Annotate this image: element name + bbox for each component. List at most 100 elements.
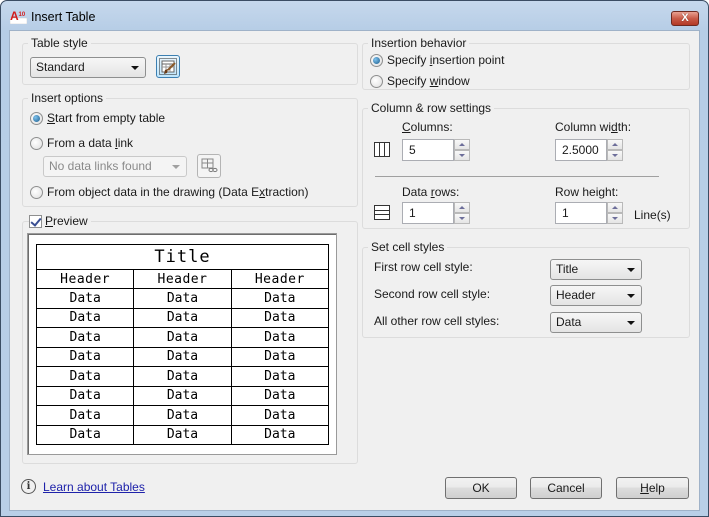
preview-data-cell: Data [133, 424, 232, 445]
preview-data-row: Data Data Data [35, 307, 330, 328]
column-width-input[interactable]: 2.5000 [555, 139, 607, 161]
preview-data-cell: Data [133, 288, 232, 309]
preview-data-cell: Data [35, 385, 135, 406]
ok-button[interactable]: OK [445, 477, 517, 499]
svg-text:10: 10 [19, 12, 26, 18]
preview-data-row: Data Data Data [35, 366, 330, 387]
radio-from-object-data[interactable]: From object data in the drawing (Data Ex… [30, 185, 308, 199]
radio-button[interactable] [370, 53, 383, 67]
preview-data-row: Data Data Data [35, 346, 330, 367]
info-icon: i [21, 479, 36, 494]
radio-start-from-empty-table[interactable]: Start from empty table [30, 111, 165, 125]
divider [375, 176, 659, 177]
spin-down-icon[interactable] [454, 150, 470, 161]
title-bar[interactable]: A 10 Insert Table X [1, 1, 708, 31]
insert-table-dialog: A 10 Insert Table X Table style Standard [0, 0, 709, 517]
preview-data-cell: Data [35, 288, 135, 309]
spin-up-icon[interactable] [607, 202, 623, 213]
columns-input[interactable]: 5 [402, 139, 454, 161]
preview-data-cell: Data [133, 327, 232, 348]
learn-about-tables-link[interactable]: Learn about Tables [43, 480, 145, 494]
preview-data-cell: Data [230, 346, 330, 367]
launch-table-style-dialog-button[interactable] [156, 55, 180, 78]
radio-specify-window[interactable]: Specify window [370, 74, 470, 88]
table-style-select[interactable]: Standard [30, 57, 146, 78]
radio-from-data-link[interactable]: From a data link [30, 136, 133, 150]
preview-title-cell: Title [36, 244, 329, 270]
preview-data-cell: Data [133, 366, 232, 387]
chevron-down-icon [627, 294, 635, 298]
row-height-label: Row height: [555, 185, 619, 199]
data-link-manager-button[interactable] [197, 154, 221, 178]
close-button[interactable]: X [671, 11, 699, 26]
row-height-input[interactable]: 1 [555, 202, 607, 224]
column-row-settings-label: Column & row settings [368, 101, 495, 115]
preview-data-cell: Data [230, 307, 330, 328]
preview-data-row: Data Data Data [35, 385, 330, 406]
row-height-spinner[interactable] [607, 202, 623, 224]
chevron-down-icon [131, 66, 139, 70]
preview-table: Title Header Header Header Data Data Data D… [35, 244, 330, 445]
columns-label: Columns: [402, 120, 453, 134]
preview-data-cell: Data [35, 327, 135, 348]
first-row-style-value: Title [556, 262, 579, 276]
spin-down-icon[interactable] [607, 213, 623, 224]
preview-title-row: Title [36, 244, 329, 270]
help-button[interactable]: Help [616, 477, 689, 499]
second-row-style-label: Second row cell style: [374, 287, 491, 301]
radio-button[interactable] [30, 185, 43, 199]
second-row-style-select[interactable]: Header [550, 285, 642, 306]
radio-button[interactable] [370, 74, 383, 88]
data-rows-label: Data rows: [402, 185, 460, 199]
data-rows-input[interactable]: 1 [402, 202, 454, 224]
table-style-brush-icon [159, 58, 177, 75]
radio-label: Specify window [387, 74, 470, 88]
other-rows-style-value: Data [556, 315, 582, 329]
preview-header-cell: Header [35, 269, 135, 289]
preview-data-cell: Data [35, 346, 135, 367]
preview-group: Preview Title Header Header Header Data D… [22, 214, 358, 464]
spin-down-icon[interactable] [454, 213, 470, 224]
dialog-body: Table style Standard Insert options Star… [9, 30, 700, 511]
chevron-down-icon [627, 321, 635, 325]
preview-header-cell: Header [230, 269, 330, 289]
data-link-select[interactable]: No data links found [43, 156, 187, 177]
column-width-label: Column width: [555, 120, 632, 134]
preview-data-row: Data Data Data [35, 288, 330, 309]
chevron-down-icon [172, 165, 180, 169]
column-row-settings-group: Column & row settings Columns: 5 Column … [362, 101, 690, 229]
row-height-unit: Line(s) [634, 208, 671, 222]
preview-header-cell: Header [133, 269, 232, 289]
table-style-group: Table style Standard [22, 36, 358, 85]
spin-down-icon[interactable] [607, 150, 623, 161]
insert-options-group: Insert options Start from empty table Fr… [22, 91, 358, 207]
spin-up-icon[interactable] [607, 139, 623, 150]
preview-data-cell: Data [230, 327, 330, 348]
data-rows-spinner[interactable] [454, 202, 470, 224]
columns-spinner[interactable] [454, 139, 470, 161]
preview-data-row: Data Data Data [35, 405, 330, 426]
cell-styles-group: Set cell styles First row cell style: Ti… [362, 240, 690, 338]
other-rows-style-select[interactable]: Data [550, 312, 642, 333]
radio-button[interactable] [30, 136, 43, 150]
preview-data-cell: Data [35, 307, 135, 328]
preview-checkbox[interactable] [29, 214, 42, 228]
chevron-down-icon [627, 268, 635, 272]
spin-up-icon[interactable] [454, 202, 470, 213]
cancel-button[interactable]: Cancel [530, 477, 602, 499]
table-style-label: Table style [28, 36, 91, 50]
column-width-spinner[interactable] [607, 139, 623, 161]
radio-specify-insertion-point[interactable]: Specify insertion point [370, 53, 504, 67]
preview-data-cell: Data [35, 405, 135, 426]
radio-label: From object data in the drawing (Data Ex… [47, 185, 309, 199]
radio-button[interactable] [30, 111, 43, 125]
preview-data-cell: Data [35, 366, 135, 387]
first-row-style-label: First row cell style: [374, 260, 473, 274]
preview-checkbox-row[interactable]: Preview [29, 214, 91, 228]
cell-styles-label: Set cell styles [368, 240, 448, 254]
first-row-style-select[interactable]: Title [550, 259, 642, 280]
data-link-manager-icon [201, 158, 218, 173]
preview-data-cell: Data [230, 405, 330, 426]
rows-icon [374, 205, 390, 220]
spin-up-icon[interactable] [454, 139, 470, 150]
